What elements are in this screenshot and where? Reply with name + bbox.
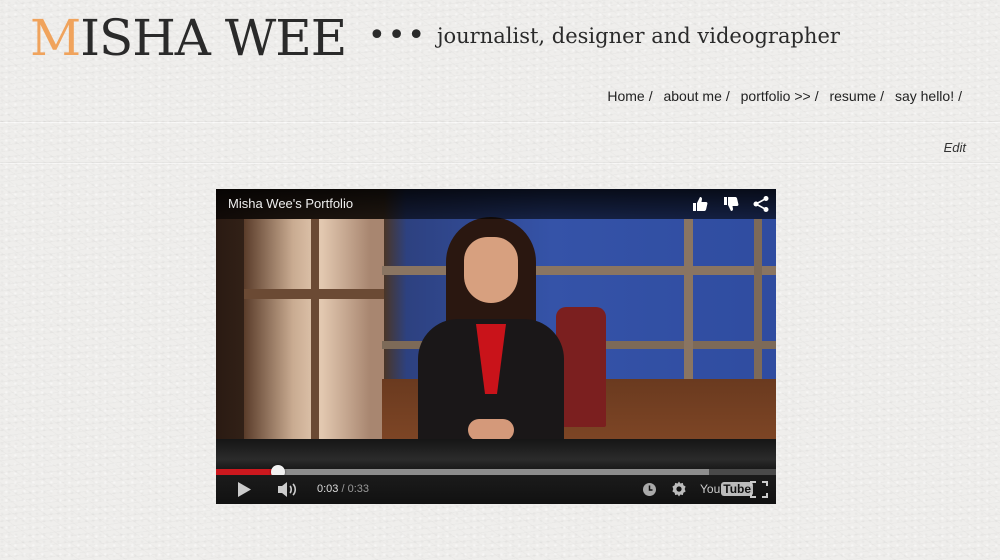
logo-initial: M bbox=[30, 9, 81, 67]
youtube-logo[interactable]: You Tube bbox=[700, 482, 754, 497]
site-tagline: journalist, designer and videographer bbox=[437, 24, 840, 48]
scene-window-frame bbox=[684, 219, 693, 389]
scene-presenter bbox=[406, 209, 576, 459]
nav-separator: / bbox=[648, 88, 653, 104]
youtube-logo-tube: Tube bbox=[721, 482, 754, 496]
watch-later-icon[interactable] bbox=[642, 482, 657, 501]
scene-desk bbox=[216, 439, 776, 473]
logo-name: ISHA WEE bbox=[80, 9, 347, 67]
time-separator: / bbox=[338, 483, 348, 495]
video-frame[interactable] bbox=[216, 189, 776, 473]
video-player[interactable]: Misha Wee's Portfolio 0:03 / 0:33 You Tu… bbox=[216, 189, 776, 504]
nav-separator: / bbox=[725, 88, 730, 104]
nav-item-say-hello[interactable]: say hello! / bbox=[895, 86, 962, 106]
nav-separator: / bbox=[958, 88, 962, 104]
nav-item-label: Home bbox=[607, 88, 645, 104]
site-header: MISHA WEE ••• journalist, designer and v… bbox=[30, 10, 930, 70]
presenter-face bbox=[464, 237, 518, 303]
scene-pillar-bar bbox=[311, 219, 319, 439]
duration: 0:33 bbox=[347, 483, 370, 495]
video-title[interactable]: Misha Wee's Portfolio bbox=[228, 196, 353, 211]
thumbs-up-icon[interactable] bbox=[691, 195, 709, 213]
video-controls: 0:03 / 0:33 You Tube bbox=[216, 475, 776, 504]
thumbs-down-icon[interactable] bbox=[722, 195, 740, 213]
nav-item-label: about me bbox=[663, 88, 722, 104]
nav-item-home[interactable]: Home / bbox=[607, 86, 652, 106]
header-dots: ••• bbox=[368, 18, 428, 53]
scene-window-frame bbox=[754, 219, 762, 389]
nav-item-resume[interactable]: resume / bbox=[829, 86, 884, 106]
volume-icon[interactable] bbox=[277, 480, 299, 499]
divider bbox=[0, 122, 1000, 123]
video-time-display: 0:03 / 0:33 bbox=[317, 483, 369, 495]
fullscreen-icon[interactable] bbox=[750, 481, 768, 500]
main-navigation: Home / about me / portfolio >> / resume / sa… bbox=[607, 86, 962, 106]
youtube-logo-you: You bbox=[700, 482, 721, 496]
video-actions bbox=[683, 195, 770, 213]
share-icon[interactable] bbox=[752, 195, 770, 213]
current-time: 0:03 bbox=[317, 483, 339, 495]
nav-item-label: portfolio >> bbox=[740, 88, 811, 104]
nav-item-portfolio[interactable]: portfolio >> / bbox=[741, 86, 819, 106]
video-title-bar: Misha Wee's Portfolio bbox=[216, 189, 776, 219]
divider bbox=[0, 163, 1000, 164]
gear-icon[interactable] bbox=[670, 480, 688, 499]
nav-separator: / bbox=[880, 88, 885, 104]
nav-separator: / bbox=[814, 88, 819, 104]
nav-item-about-me[interactable]: about me / bbox=[663, 86, 729, 106]
edit-link[interactable]: Edit bbox=[944, 140, 966, 155]
nav-item-label: say hello! bbox=[894, 88, 955, 104]
presenter-hands bbox=[468, 419, 514, 441]
site-logo[interactable]: MISHA WEE bbox=[30, 9, 347, 67]
play-icon[interactable] bbox=[236, 480, 252, 499]
nav-item-label: resume bbox=[829, 88, 877, 104]
